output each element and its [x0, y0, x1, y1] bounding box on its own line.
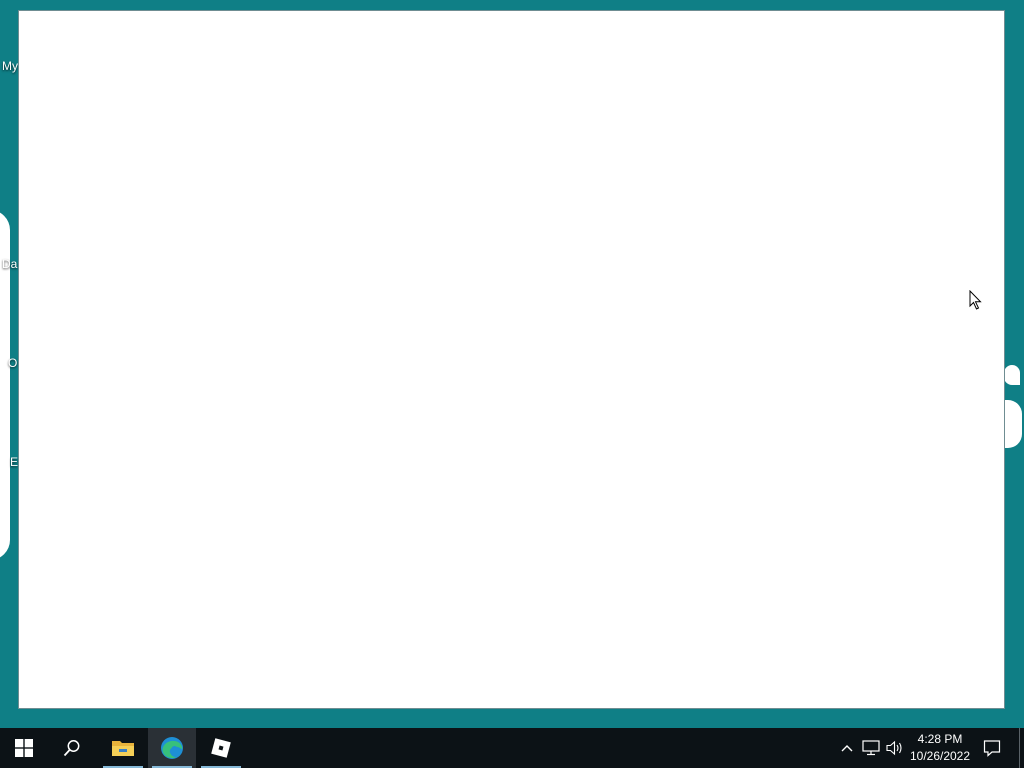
volume-icon — [886, 740, 902, 756]
desktop-icon-label-e[interactable]: E — [10, 455, 18, 469]
taskbar-clock[interactable]: 4:28 PM 10/26/2022 — [904, 728, 976, 768]
windows-logo-icon — [15, 739, 33, 757]
roblox-icon — [211, 738, 231, 758]
edge-browser-icon — [161, 737, 183, 759]
desktop: My Da O E — [0, 0, 1024, 728]
blank-app-window[interactable] — [18, 10, 1005, 709]
clock-time: 4:28 PM — [917, 732, 963, 746]
mouse-cursor-icon — [969, 290, 982, 310]
desktop-icon-label-my[interactable]: My — [2, 59, 18, 73]
show-desktop-button[interactable] — [1019, 728, 1020, 768]
file-explorer-button[interactable] — [99, 728, 147, 768]
taskbar: 4:28 PM 10/26/2022 — [0, 728, 1024, 768]
desktop-icon-label-o[interactable]: O — [8, 356, 17, 370]
folder-icon — [112, 741, 134, 756]
show-hidden-icons-button[interactable] — [836, 728, 858, 768]
search-icon — [63, 740, 80, 757]
network-status-button[interactable] — [860, 728, 882, 768]
chevron-up-icon — [841, 745, 853, 752]
edge-browser-button[interactable] — [148, 728, 196, 768]
clock-date: 10/26/2022 — [909, 749, 971, 763]
start-button[interactable] — [0, 728, 48, 768]
desktop-icon-label-da[interactable]: Da — [2, 257, 17, 271]
volume-button[interactable] — [884, 728, 906, 768]
roblox-button[interactable] — [197, 728, 245, 768]
wallpaper-shape-right — [1004, 400, 1022, 448]
network-icon — [862, 740, 880, 756]
wallpaper-shape-right-top — [1004, 365, 1020, 385]
search-button[interactable] — [48, 728, 96, 768]
notification-center-button[interactable] — [980, 728, 1004, 768]
notification-center-icon — [983, 740, 1001, 757]
